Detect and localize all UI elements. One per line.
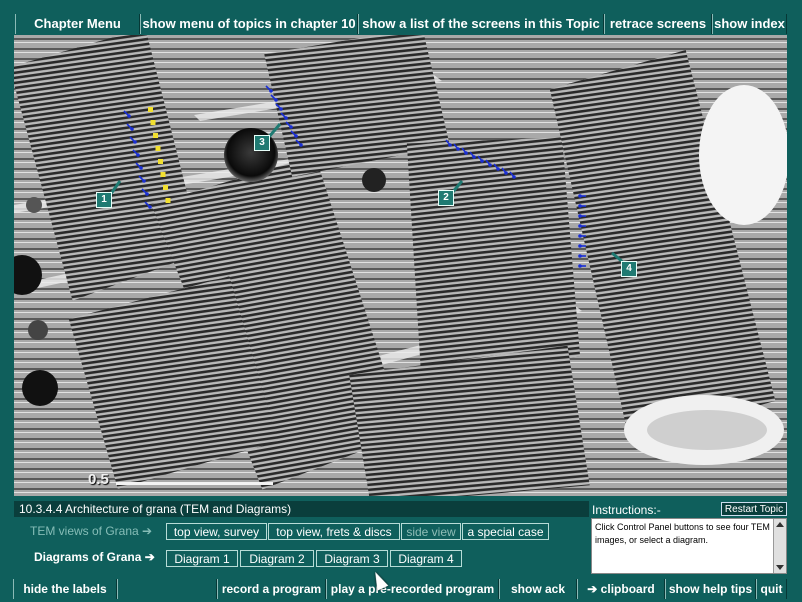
topic-title: 10.3.4.4 Architecture of grana (TEM and … xyxy=(14,501,589,517)
hide-labels-button[interactable]: hide the labels xyxy=(13,579,117,599)
scale-bar-label: 0.5 xyxy=(88,471,109,488)
annotation-arrowhead xyxy=(127,114,131,118)
tem-views-label: TEM views of Grana ➔ xyxy=(30,524,153,538)
annotation-marker-yellow xyxy=(160,172,166,177)
annotation-arrowhead xyxy=(289,125,293,129)
instructions-box: Click Control Panel buttons to see four … xyxy=(591,518,787,574)
show-help-tips-button[interactable]: show help tips xyxy=(665,579,756,599)
instructions-label: Instructions:- xyxy=(592,503,661,517)
instructions-scrollbar[interactable] xyxy=(773,519,786,573)
annotation-marker-yellow xyxy=(148,107,153,112)
play-program-button[interactable]: play a pre-recorded program xyxy=(326,579,499,599)
scroll-up-icon[interactable] xyxy=(776,522,784,527)
control-panel: 10.3.4.4 Architecture of grana (TEM and … xyxy=(14,500,787,578)
marker-4: 4 xyxy=(621,261,637,277)
annotation-arrowhead xyxy=(472,155,476,159)
scroll-down-icon[interactable] xyxy=(776,565,784,570)
annotation-arrowhead xyxy=(578,244,582,248)
annotation-arrowhead xyxy=(294,134,298,138)
annotation-arrowhead xyxy=(142,179,146,183)
annotation-arrowhead xyxy=(136,153,140,157)
diagram-4-button[interactable]: Diagram 4 xyxy=(390,550,462,567)
diagram-2-button[interactable]: Diagram 2 xyxy=(240,550,314,567)
annotation-arrowhead xyxy=(139,166,143,170)
annotation-arrowhead xyxy=(299,143,303,147)
tem-image: 1 3 2 4 0.5 xyxy=(14,35,787,496)
tem-top-view-survey-button[interactable]: top view, survey xyxy=(166,523,267,540)
record-program-button[interactable]: record a program xyxy=(217,579,326,599)
quit-button[interactable]: quit xyxy=(756,579,787,599)
tem-top-view-frets-discs-button[interactable]: top view, frets & discs xyxy=(268,523,400,540)
annotation-arrowhead xyxy=(578,224,582,228)
annotation-arrowhead xyxy=(279,107,283,111)
retrace-screens-button[interactable]: retrace screens xyxy=(604,14,712,34)
annotation-marker-yellow xyxy=(163,185,168,190)
marker-3: 3 xyxy=(254,135,270,151)
annotation-marker-yellow xyxy=(153,133,158,138)
annotation-arrowhead xyxy=(488,163,492,167)
diagram-1-button[interactable]: Diagram 1 xyxy=(166,550,238,567)
tem-side-view-button[interactable]: side view xyxy=(401,523,461,540)
annotation-arrowhead xyxy=(456,147,460,151)
tem-micrograph xyxy=(14,35,787,496)
annotation-arrowhead xyxy=(274,98,278,102)
marker-2: 2 xyxy=(438,190,454,206)
annotation-arrowhead xyxy=(512,175,516,179)
diagrams-label: Diagrams of Grana ➔ xyxy=(34,550,155,564)
diagram-3-button[interactable]: Diagram 3 xyxy=(316,550,388,567)
bottom-menu-bar: hide the labels record a program play a … xyxy=(0,579,802,599)
annotation-arrowhead xyxy=(145,192,149,196)
annotation-marker-yellow xyxy=(150,120,156,125)
restart-topic-button[interactable]: Restart Topic xyxy=(721,502,787,516)
annotation-arrowhead xyxy=(464,151,468,155)
annotation-arrowhead xyxy=(578,194,582,198)
annotation-arrowhead xyxy=(133,140,137,144)
annotation-arrowhead xyxy=(130,127,134,131)
annotation-arrowhead xyxy=(578,254,582,258)
show-ack-button[interactable]: show ack xyxy=(499,579,577,599)
tem-special-case-button[interactable]: a special case xyxy=(462,523,549,540)
annotation-arrowhead xyxy=(578,264,582,268)
show-screens-button[interactable]: show a list of the screens in this Topic xyxy=(358,14,604,34)
chapter-menu-button[interactable]: Chapter Menu xyxy=(15,14,140,34)
annotation-arrowhead xyxy=(578,204,582,208)
annotation-arrowhead xyxy=(496,167,500,171)
annotation-marker-yellow xyxy=(158,159,163,164)
annotation-marker-yellow xyxy=(165,198,171,203)
annotation-arrowhead xyxy=(578,214,582,218)
annotation-marker-yellow xyxy=(155,146,161,151)
annotation-arrowhead xyxy=(578,234,582,238)
blank-bar-segment xyxy=(117,579,217,599)
annotation-arrowhead xyxy=(504,171,508,175)
show-index-button[interactable]: show index xyxy=(712,14,787,34)
show-topics-button[interactable]: show menu of topics in chapter 10 xyxy=(140,14,358,34)
annotation-arrowhead xyxy=(148,205,152,209)
annotation-arrowhead xyxy=(448,143,452,147)
annotation-arrowhead xyxy=(269,89,273,93)
annotation-arrowhead xyxy=(284,116,288,120)
instructions-text: Click Control Panel buttons to see four … xyxy=(595,522,770,545)
top-menu-bar: Chapter Menu show menu of topics in chap… xyxy=(0,0,802,34)
marker-1: 1 xyxy=(96,192,112,208)
annotation-arrowhead xyxy=(480,159,484,163)
clipboard-button[interactable]: ➔ clipboard xyxy=(577,579,665,599)
